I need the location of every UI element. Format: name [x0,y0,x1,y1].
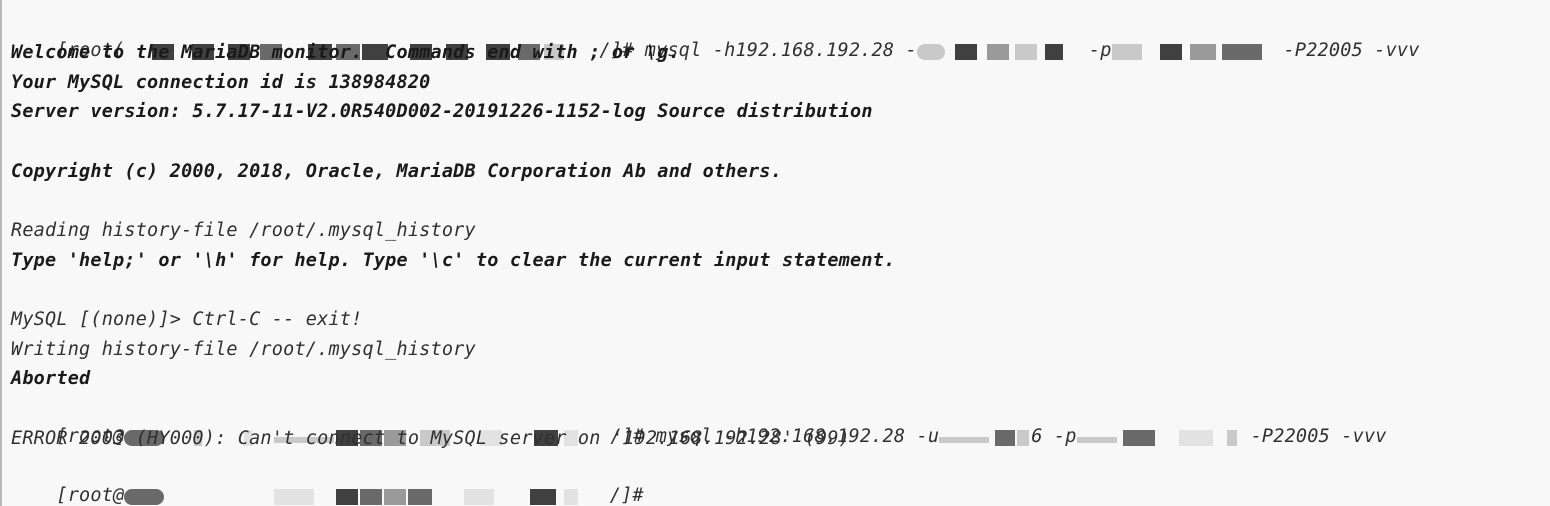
error-line: ERROR 2003 (HY000): Can't connect to MyS… [11,428,851,449]
redacted-password [1111,40,1284,62]
reading-history-line: Reading history-file /root/.mysql_histor… [11,220,476,241]
password-flag: 6 -p [1031,426,1077,447]
server-version-line: Server version: 5.7.17-11-V2.0R540D002-2… [11,101,873,122]
prompt-suffix: /]# [598,485,644,506]
port-flag: -P22005 -vvv [1283,40,1420,61]
command-line-2[interactable]: [root@ /]# mysql -h192.168.192.28 -u 6 -… [11,395,1387,447]
welcome-line: Welcome to the MariaDB monitor. Commands… [11,42,680,63]
partial-top-line: ... ... ... ... [11,0,223,4]
mysql-prompt-exit-line: MySQL [(none)]> Ctrl-C -- exit! [11,309,363,330]
redacted-host [124,485,598,506]
prompt-prefix: [root@ [56,485,125,506]
help-hint-line: Type 'help;' or '\h' for help. Type '\c'… [11,250,896,271]
connection-id-line: Your MySQL connection id is 138984820 [11,72,431,93]
redacted-user [916,40,1089,62]
copyright-line: Copyright (c) 2000, 2018, Oracle, MariaD… [11,161,782,182]
terminal-window[interactable]: ... ... ... ... [root( /]# mysql -h192.1… [0,0,1550,506]
writing-history-line: Writing history-file /root/.mysql_histor… [11,339,476,360]
final-prompt-line[interactable]: [root@ /]# [11,454,644,506]
command-line-1[interactable]: [root( /]# mysql -h192.168.192.28 - -p -… [11,9,1420,61]
redacted-password [1076,426,1251,448]
password-flag: -p [1088,40,1112,61]
redacted-user [939,426,1031,448]
port-flag: -P22005 -vvv [1250,426,1387,447]
aborted-line: Aborted [11,368,91,389]
